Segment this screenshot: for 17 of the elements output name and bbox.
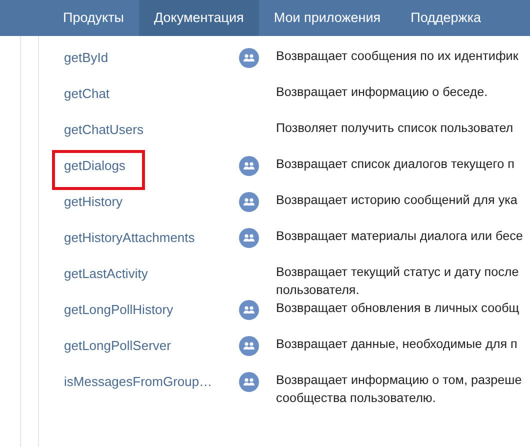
method-description: Возвращает материалы диалога или бесе (276, 228, 523, 245)
method-description: Возвращает информацию о том, разреше (276, 372, 522, 389)
method-description: Возвращает обновления в личных сообщ (276, 300, 520, 317)
method-description: Возвращает информацию о беседе. (276, 84, 488, 101)
method-description: Возвращает текущий статус и дату после (276, 264, 519, 281)
method-description: Позволяет получить список пользовател (276, 120, 514, 137)
method-description: Возвращает историю сообщений для ука (276, 192, 518, 209)
method-description: Возвращает сообщения по их идентифик (276, 48, 518, 65)
nav-tab[interactable]: Документация (139, 0, 259, 36)
method-description: Возвращает список диалогов текущего п (276, 156, 514, 173)
method-description: пользователя. (276, 282, 360, 299)
method-description: сообщества пользователю. (276, 390, 437, 407)
method-link[interactable]: getDialogs (52, 150, 145, 190)
nav-tab[interactable]: Мои приложения (258, 0, 396, 36)
method-description: Возвращает данные, необходимые для п (276, 336, 518, 353)
nav-tab[interactable]: Поддержка (396, 0, 496, 36)
nav-tab[interactable]: Продукты (48, 0, 139, 36)
